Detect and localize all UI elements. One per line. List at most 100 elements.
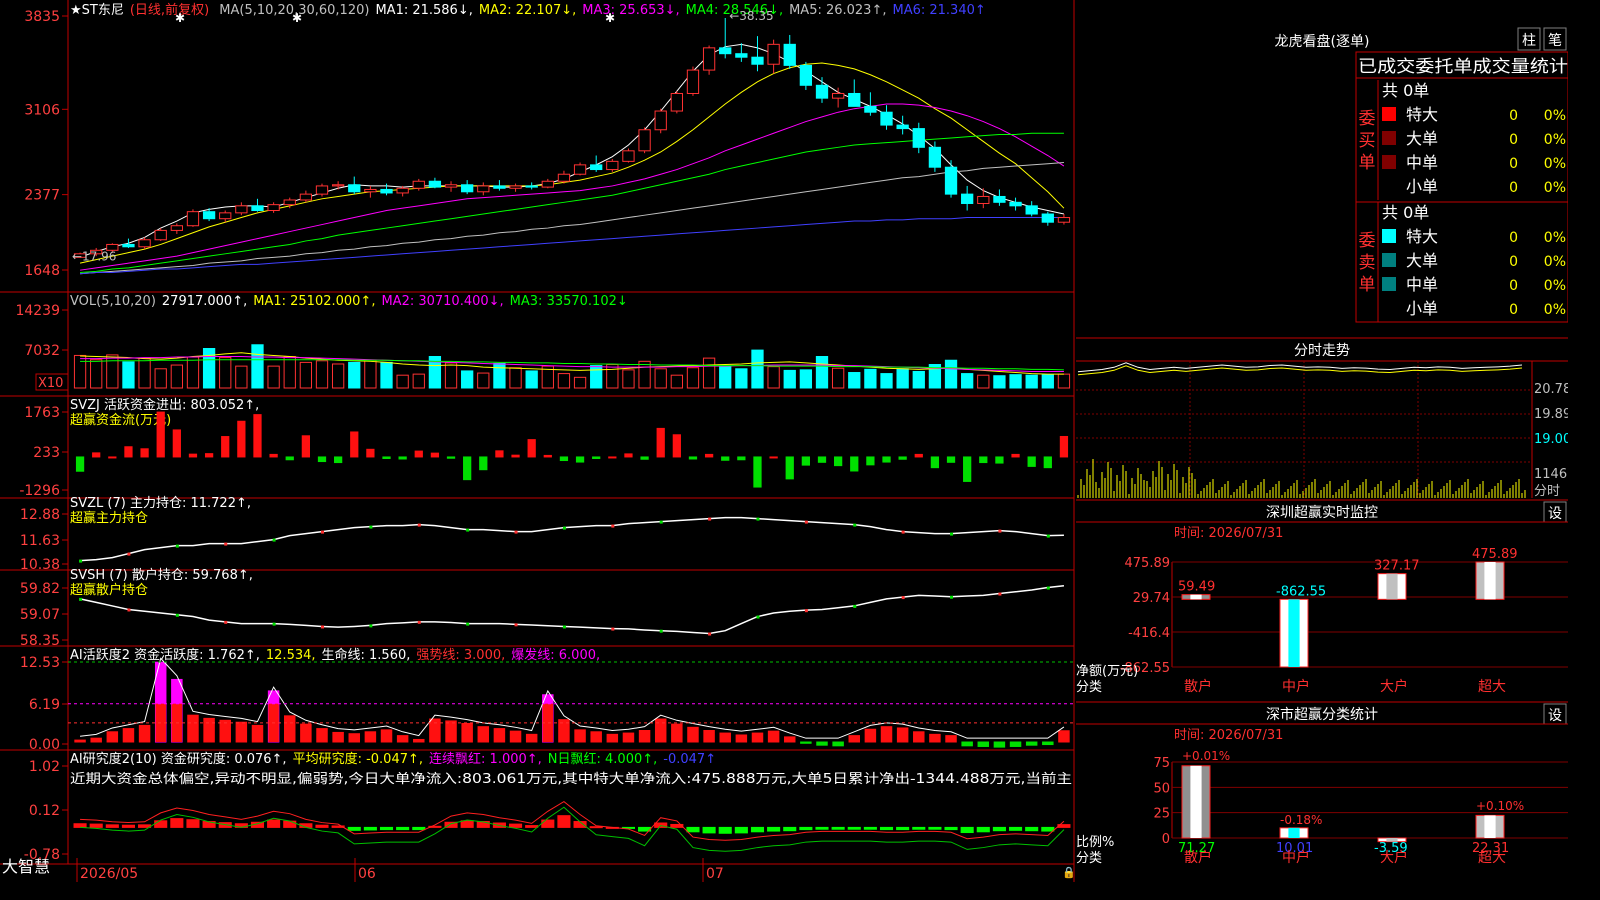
sc-y-label: 75 [1153,756,1170,771]
sz-category: 中户 [1282,678,1310,695]
svzj-bar [495,450,504,458]
svsh-dot [901,596,905,600]
sell-row-value: 0 [1509,254,1518,270]
ai2-line-red [80,800,1065,841]
x-axis-label: 06 [358,866,376,882]
ai2-bar [315,824,329,828]
sz-axis-label: 净额(万元) [1076,664,1138,679]
svsh-dot [175,613,179,617]
svsh-dot [950,595,954,599]
vol-bar [1009,374,1022,389]
svzj-y-tick-label: 233 [33,445,60,461]
svzj-bar [1011,453,1020,458]
ai2-bar [396,826,410,831]
bar-mode-label[interactable]: 柱 [1522,33,1536,49]
candle-body [686,69,700,94]
ai2-bar [170,818,184,828]
sc-y-label: 0 [1162,832,1170,847]
ai1-title-row: AI活跃度2 资金活跃度: 1.762↑, 12.534, 生命线: 1.560, 强… [70,647,600,663]
svzl-dot [901,530,905,534]
sell-side-label: 卖 [1359,253,1376,273]
candle-body [557,173,571,182]
svzj-bar [1059,435,1069,458]
vol-bar [573,376,587,389]
ai1-bar [929,733,941,743]
sz-y-label: -416.4 [1128,626,1170,641]
main-title-part: MA6: 21.340↑ [892,3,985,18]
ai2-bar [73,823,87,828]
svzl-dot [659,520,663,524]
ai2-title-part: -0.047↑ [663,752,716,767]
candle-body [170,225,183,231]
sz-settings-label[interactable]: 设 [1548,506,1562,522]
ai1-bar [251,724,264,743]
fs-tick-label: 1146 [1534,467,1567,482]
vol-bar [90,359,103,389]
svzj-bar [1027,456,1036,467]
sell-row-name: 中单 [1406,275,1438,294]
ai2-bar [121,824,136,828]
sc-bar-highlight [1190,765,1202,838]
ai2-bar [186,819,200,828]
vol-bar [880,373,893,389]
dzh-terminal-window: ★ST东尼 (日线,前复权) MA(5,10,20,30,60,120) MA1: … [0,0,1568,882]
candle-body [509,185,522,189]
ai1-bar [187,714,199,743]
vol-bar [896,368,909,389]
ai2-bar [912,826,926,830]
candle-body [1057,217,1071,223]
svzl-dot [369,525,373,529]
ma-line-MA2 [79,62,1065,264]
svzl-dot [950,532,954,536]
sc-bar-highlight [1288,827,1300,838]
svzj-bar [237,420,246,458]
main-title-row: ★ST东尼 (日线,前复权) MA(5,10,20,30,60,120) MA1: … [70,2,986,18]
svzj-bar [446,456,456,459]
ai1-bar [800,741,812,744]
svzj-bar [1043,456,1052,469]
candle-body [573,164,587,175]
svzj-bar [317,456,327,463]
svsh-dot [79,597,83,601]
ai2-bar [863,826,877,830]
ai1-bar [961,741,973,747]
ai1-bar [380,729,393,743]
vol-bar [348,361,361,389]
candle-body [896,124,909,130]
sc-category: 超大 [1478,850,1506,866]
svzj-bar [414,450,423,458]
svzj-bar [543,454,552,458]
main-title-part: MA1: 21.586↓, [375,3,472,18]
vol-bar [783,369,796,389]
ai2-title-part: N日飘红: 4.000↑, [548,751,657,767]
main-title-part: ★ST东尼 [70,3,124,18]
ai1-bar [122,728,135,743]
vol-bar [638,360,651,389]
vol-bar [961,373,974,389]
candle-body [396,187,409,194]
ai1-bar [590,731,602,743]
tick-mode-label[interactable]: 笔 [1548,33,1562,49]
svzj-bar [301,435,311,458]
vol-bar [799,369,813,389]
svzj-bar [430,452,440,458]
sc-settings-label[interactable]: 设 [1548,708,1562,724]
ai2-y-tick-label: 1.02 [29,759,60,775]
vol-bar [412,373,425,389]
svzl-dot [127,552,131,556]
svzj-bar [527,439,536,458]
vol-title-part: MA2: 30710.400↓, [381,294,503,309]
ai2-bar [686,826,700,833]
svzj-bar [204,453,214,458]
sell-color-swatch [1382,229,1396,243]
ai2-bar [379,826,394,831]
ai1-bar [493,728,506,743]
svzj-bar [688,456,698,460]
svzj-bar [592,456,601,459]
ai2-bar [944,826,958,831]
stock-chart-area[interactable]: ★ST东尼 (日线,前复权) MA(5,10,20,30,60,120) MA1: … [0,0,1076,882]
lock-icon: 🔒 [1062,866,1076,879]
ai2-bar [557,815,571,828]
svzl-dot [175,544,179,548]
vol-bar [251,344,264,389]
